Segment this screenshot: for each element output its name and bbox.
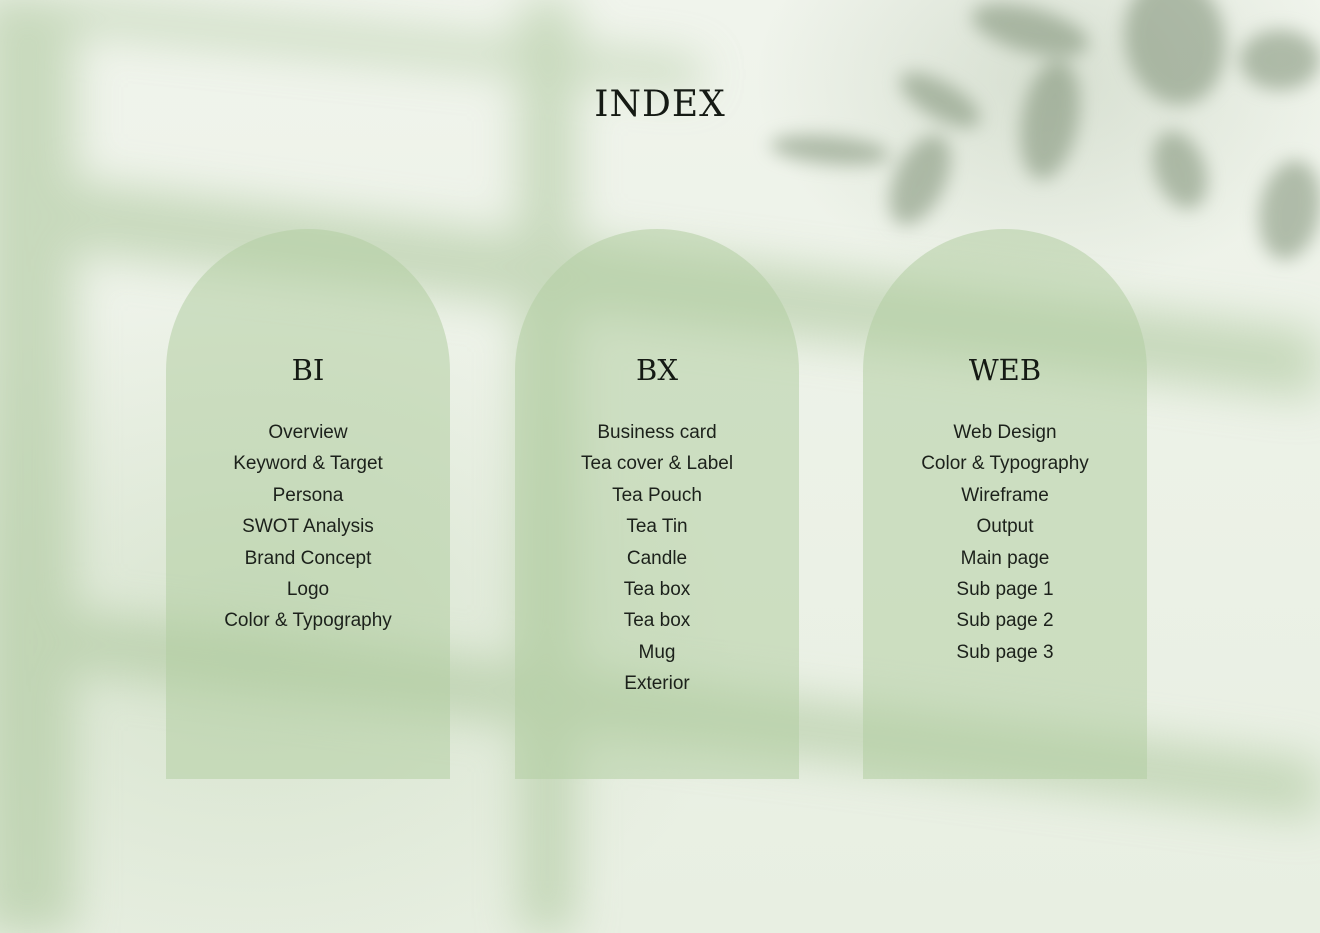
list-item: Exterior: [624, 673, 690, 695]
list-item: Mug: [638, 641, 676, 663]
list-item: Keyword & Target: [233, 453, 383, 475]
list-item: Persona: [272, 484, 344, 506]
list-item: Logo: [286, 579, 330, 601]
section-card-bi: BI Overview Keyword & Target Persona SWO…: [166, 229, 450, 779]
list-item: Wireframe: [961, 484, 1049, 506]
list-item: Tea box: [623, 610, 691, 632]
list-item: Sub page 3: [956, 641, 1054, 663]
section-list-bx: Business card Tea cover & Label Tea Pouc…: [515, 417, 799, 700]
list-item: Main page: [960, 547, 1050, 569]
page-title: INDEX: [594, 84, 726, 125]
list-item: Overview: [268, 422, 348, 443]
list-item: Brand Concept: [244, 547, 372, 569]
list-item: SWOT Analysis: [242, 516, 374, 538]
list-item: Web Design: [953, 422, 1057, 443]
section-title-bx: BX: [636, 353, 678, 387]
list-item: Color & Typography: [921, 453, 1089, 475]
list-item: Tea Pouch: [612, 484, 702, 506]
list-item: Color & Typography: [224, 610, 392, 632]
list-item: Tea box: [623, 579, 691, 601]
section-card-web: WEB Web Design Color & Typography Wirefr…: [863, 229, 1147, 779]
list-item: Sub page 2: [956, 610, 1054, 632]
section-title-web: WEB: [968, 353, 1042, 387]
list-item: Candle: [626, 547, 688, 569]
list-item: Output: [976, 516, 1034, 538]
list-item: Sub page 1: [956, 579, 1054, 601]
list-item: Tea Tin: [626, 516, 688, 538]
section-card-bx: BX Business card Tea cover & Label Tea P…: [515, 229, 799, 779]
section-list-bi: Overview Keyword & Target Persona SWOT A…: [166, 417, 450, 637]
section-title-bi: BI: [291, 353, 325, 387]
leaf-shadow-icon: [770, 0, 1320, 260]
list-item: Tea cover & Label: [580, 453, 734, 475]
section-list-web: Web Design Color & Typography Wireframe …: [863, 417, 1147, 668]
list-item: Business card: [597, 422, 717, 443]
